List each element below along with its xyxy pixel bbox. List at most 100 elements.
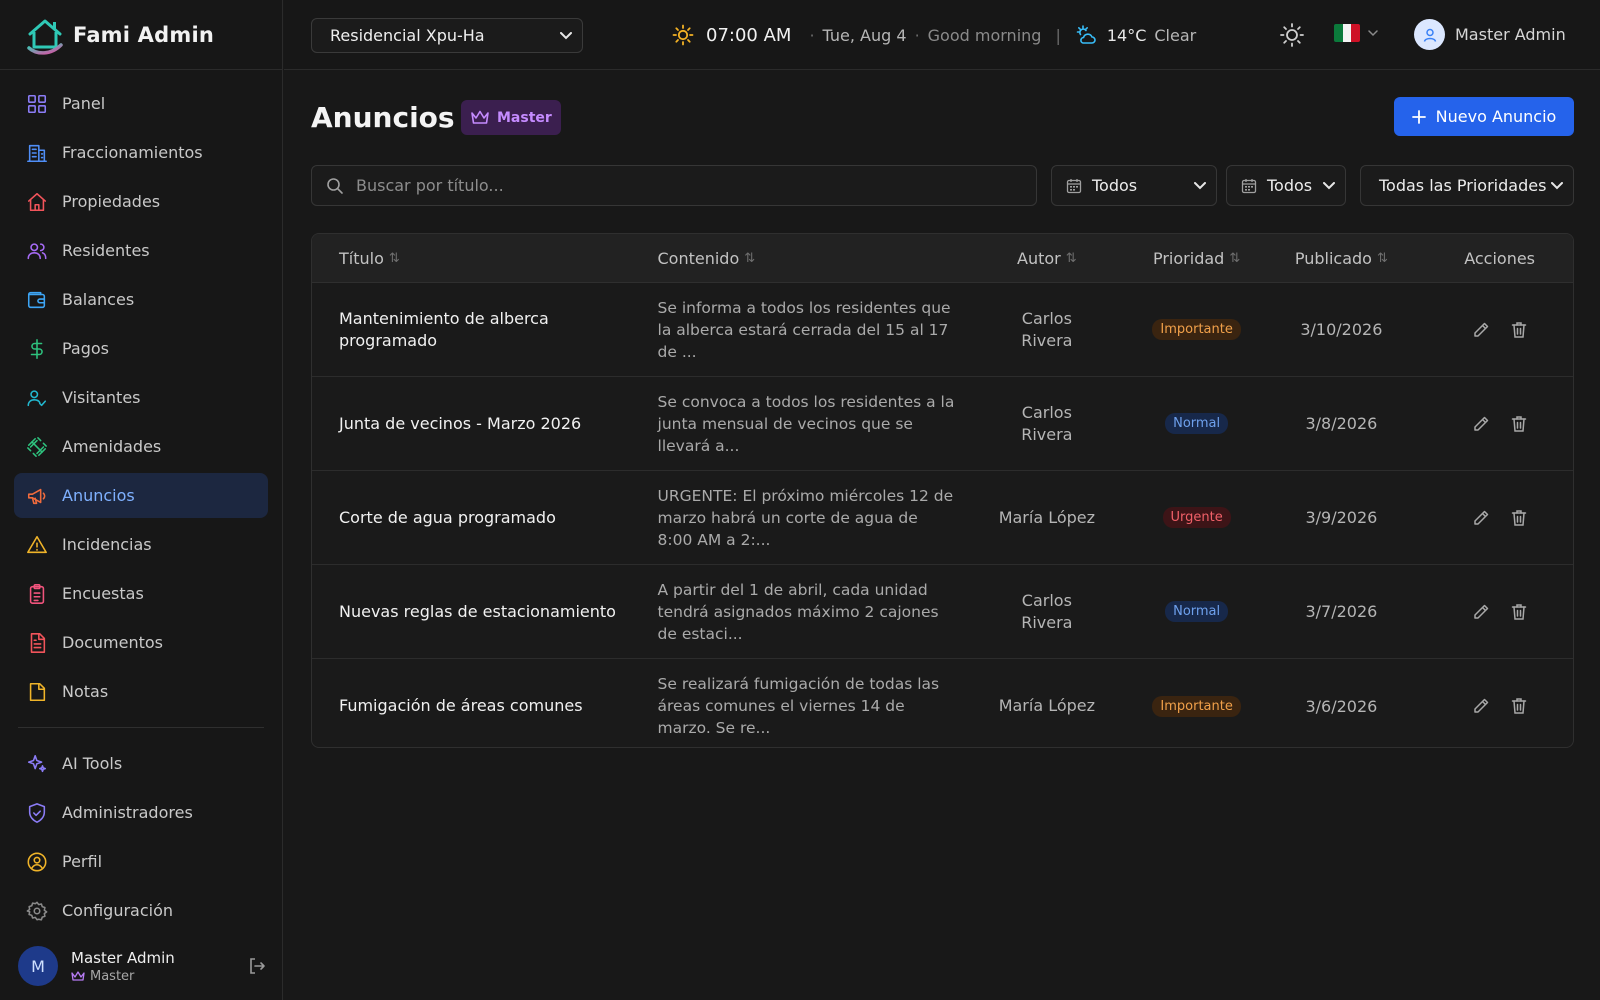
sidebar-item-panel[interactable]: Panel bbox=[14, 81, 268, 126]
date-filter-2[interactable]: Todos bbox=[1226, 165, 1346, 206]
page-title: Anuncios bbox=[311, 101, 455, 134]
column-header-published[interactable]: Publicado ⇅ bbox=[1257, 249, 1427, 268]
cell-content: URGENTE: El próximo miércoles 12 de marz… bbox=[657, 486, 954, 549]
sidebar-item-configuracion[interactable]: Configuración bbox=[14, 888, 268, 933]
table-header: Título ⇅ Contenido ⇅ Autor ⇅ Prioridad ⇅ Pub… bbox=[312, 234, 1573, 283]
delete-trash-icon[interactable] bbox=[1509, 414, 1529, 434]
priority-badge: Urgente bbox=[1162, 507, 1231, 528]
avatar[interactable]: M bbox=[18, 946, 58, 986]
wallet-icon bbox=[27, 291, 46, 308]
table-row[interactable]: Mantenimiento de alberca programado Se i… bbox=[312, 283, 1573, 377]
sidebar-item-incidencias[interactable]: Incidencias bbox=[14, 522, 268, 567]
user-name: Master Admin bbox=[71, 948, 175, 967]
delete-trash-icon[interactable] bbox=[1509, 602, 1529, 622]
sidebar-item-amenidades[interactable]: Amenidades bbox=[14, 424, 268, 469]
announcements-table: Título ⇅ Contenido ⇅ Autor ⇅ Prioridad ⇅ Pub… bbox=[311, 233, 1574, 748]
row-actions bbox=[1426, 696, 1573, 716]
shield-icon bbox=[28, 802, 46, 823]
plus-icon bbox=[1411, 109, 1426, 124]
sidebar-item-encuestas[interactable]: Encuestas bbox=[14, 571, 268, 616]
sidebar-item-notas[interactable]: Notas bbox=[14, 669, 268, 714]
priority-badge: Importante bbox=[1152, 319, 1241, 340]
clock-time: 07:00 AM bbox=[706, 24, 792, 46]
edit-pencil-icon[interactable] bbox=[1471, 414, 1491, 434]
edit-pencil-icon[interactable] bbox=[1471, 696, 1491, 716]
user-check-icon bbox=[27, 389, 47, 406]
cell-title: Corte de agua programado bbox=[339, 507, 556, 527]
megaphone-icon bbox=[27, 488, 46, 504]
sidebar-item-label: Panel bbox=[62, 94, 106, 113]
cell-published: 3/8/2026 bbox=[1305, 414, 1378, 433]
delete-trash-icon[interactable] bbox=[1509, 508, 1529, 528]
sort-icon: ⇅ bbox=[1229, 250, 1241, 266]
sidebar-item-documentos[interactable]: Documentos bbox=[14, 620, 268, 665]
mexico-flag-icon bbox=[1334, 24, 1360, 42]
search-input[interactable] bbox=[356, 176, 976, 195]
note-icon bbox=[29, 682, 46, 701]
sidebar-item-label: Administradores bbox=[62, 803, 193, 822]
sidebar-item-visitantes[interactable]: Visitantes bbox=[14, 375, 268, 420]
sidebar: Fami Admin Panel Fraccionamientos Propieda… bbox=[0, 0, 283, 1000]
sidebar-item-label: Anuncios bbox=[62, 486, 135, 505]
logout-icon[interactable] bbox=[246, 955, 268, 977]
sidebar-item-label: Configuración bbox=[62, 901, 174, 920]
sidebar-item-administradores[interactable]: Administradores bbox=[14, 790, 268, 835]
edit-pencil-icon[interactable] bbox=[1471, 320, 1491, 340]
edit-pencil-icon[interactable] bbox=[1471, 508, 1491, 528]
language-select[interactable] bbox=[1334, 24, 1378, 42]
user-menu[interactable]: Master Admin bbox=[1414, 19, 1566, 50]
residence-select-value: Residencial Xpu-Ha bbox=[330, 26, 485, 45]
sidebar-item-anuncios[interactable]: Anuncios bbox=[14, 473, 268, 518]
sun-icon bbox=[672, 24, 694, 46]
table-row[interactable]: Corte de agua programado URGENTE: El pró… bbox=[312, 471, 1573, 565]
sidebar-item-residentes[interactable]: Residentes bbox=[14, 228, 268, 273]
sidebar-item-propiedades[interactable]: Propiedades bbox=[14, 179, 268, 224]
sort-icon: ⇅ bbox=[388, 250, 400, 266]
sidebar-divider bbox=[18, 727, 264, 728]
delete-trash-icon[interactable] bbox=[1509, 320, 1529, 340]
column-header-author[interactable]: Autor ⇅ bbox=[957, 249, 1137, 268]
residence-select[interactable]: Residencial Xpu-Ha bbox=[311, 18, 583, 53]
new-announcement-button[interactable]: Nuevo Anuncio bbox=[1394, 97, 1574, 136]
sidebar-item-perfil[interactable]: Perfil bbox=[14, 839, 268, 884]
sidebar-item-balances[interactable]: Balances bbox=[14, 277, 268, 322]
weather-condition: Clear bbox=[1154, 25, 1197, 45]
sidebar-item-ai-tools[interactable]: AI Tools bbox=[14, 741, 268, 786]
cell-content: Se realizará fumigación de todas las áre… bbox=[657, 675, 940, 737]
cell-title: Mantenimiento de alberca programado bbox=[339, 308, 549, 350]
column-header-actions: Acciones bbox=[1464, 248, 1536, 268]
cell-published: 3/6/2026 bbox=[1305, 696, 1378, 716]
sidebar-item-label: Notas bbox=[62, 682, 109, 701]
cell-content: Se convoca a todos los residentes a la j… bbox=[657, 392, 955, 455]
priority-badge: Normal bbox=[1165, 413, 1229, 434]
column-header-title[interactable]: Título ⇅ bbox=[312, 249, 657, 268]
priority-badge: Normal bbox=[1165, 601, 1229, 622]
calendar-icon bbox=[1066, 178, 1082, 193]
table-row[interactable]: Nuevas reglas de estacionamiento A parti… bbox=[312, 565, 1573, 659]
column-header-priority[interactable]: Prioridad ⇅ bbox=[1137, 249, 1257, 268]
dollar-icon bbox=[30, 338, 43, 359]
sidebar-item-label: Visitantes bbox=[62, 388, 141, 407]
date-filter-1[interactable]: Todos bbox=[1051, 165, 1217, 206]
cell-author: Carlos Rivera bbox=[1021, 308, 1073, 350]
home-icon bbox=[27, 192, 47, 211]
sidebar-item-fraccionamientos[interactable]: Fraccionamientos bbox=[14, 130, 268, 175]
cell-content: Se informa a todos los residentes que la… bbox=[657, 298, 951, 361]
row-actions bbox=[1426, 602, 1573, 622]
edit-pencil-icon[interactable] bbox=[1471, 602, 1491, 622]
priority-filter[interactable]: Todas las Prioridades bbox=[1360, 165, 1574, 206]
column-header-content[interactable]: Contenido ⇅ bbox=[657, 249, 957, 268]
table-row[interactable]: Junta de vecinos - Marzo 2026 Se convoca… bbox=[312, 377, 1573, 471]
chevron-down-icon bbox=[1551, 181, 1563, 189]
brand[interactable]: Fami Admin bbox=[0, 0, 282, 70]
table-body: Mantenimiento de alberca programado Se i… bbox=[312, 283, 1573, 747]
table-row[interactable]: Fumigación de áreas comunes Se realizará… bbox=[312, 659, 1573, 747]
cell-author: Carlos Rivera bbox=[1021, 590, 1073, 632]
sidebar-item-pagos[interactable]: Pagos bbox=[14, 326, 268, 371]
theme-toggle-sun-icon[interactable] bbox=[1278, 21, 1306, 49]
cell-published: 3/9/2026 bbox=[1305, 508, 1378, 527]
sort-icon: ⇅ bbox=[744, 250, 756, 266]
sidebar-item-label: Encuestas bbox=[62, 584, 144, 603]
delete-trash-icon[interactable] bbox=[1509, 696, 1529, 716]
sidebar-item-label: Balances bbox=[62, 290, 135, 309]
